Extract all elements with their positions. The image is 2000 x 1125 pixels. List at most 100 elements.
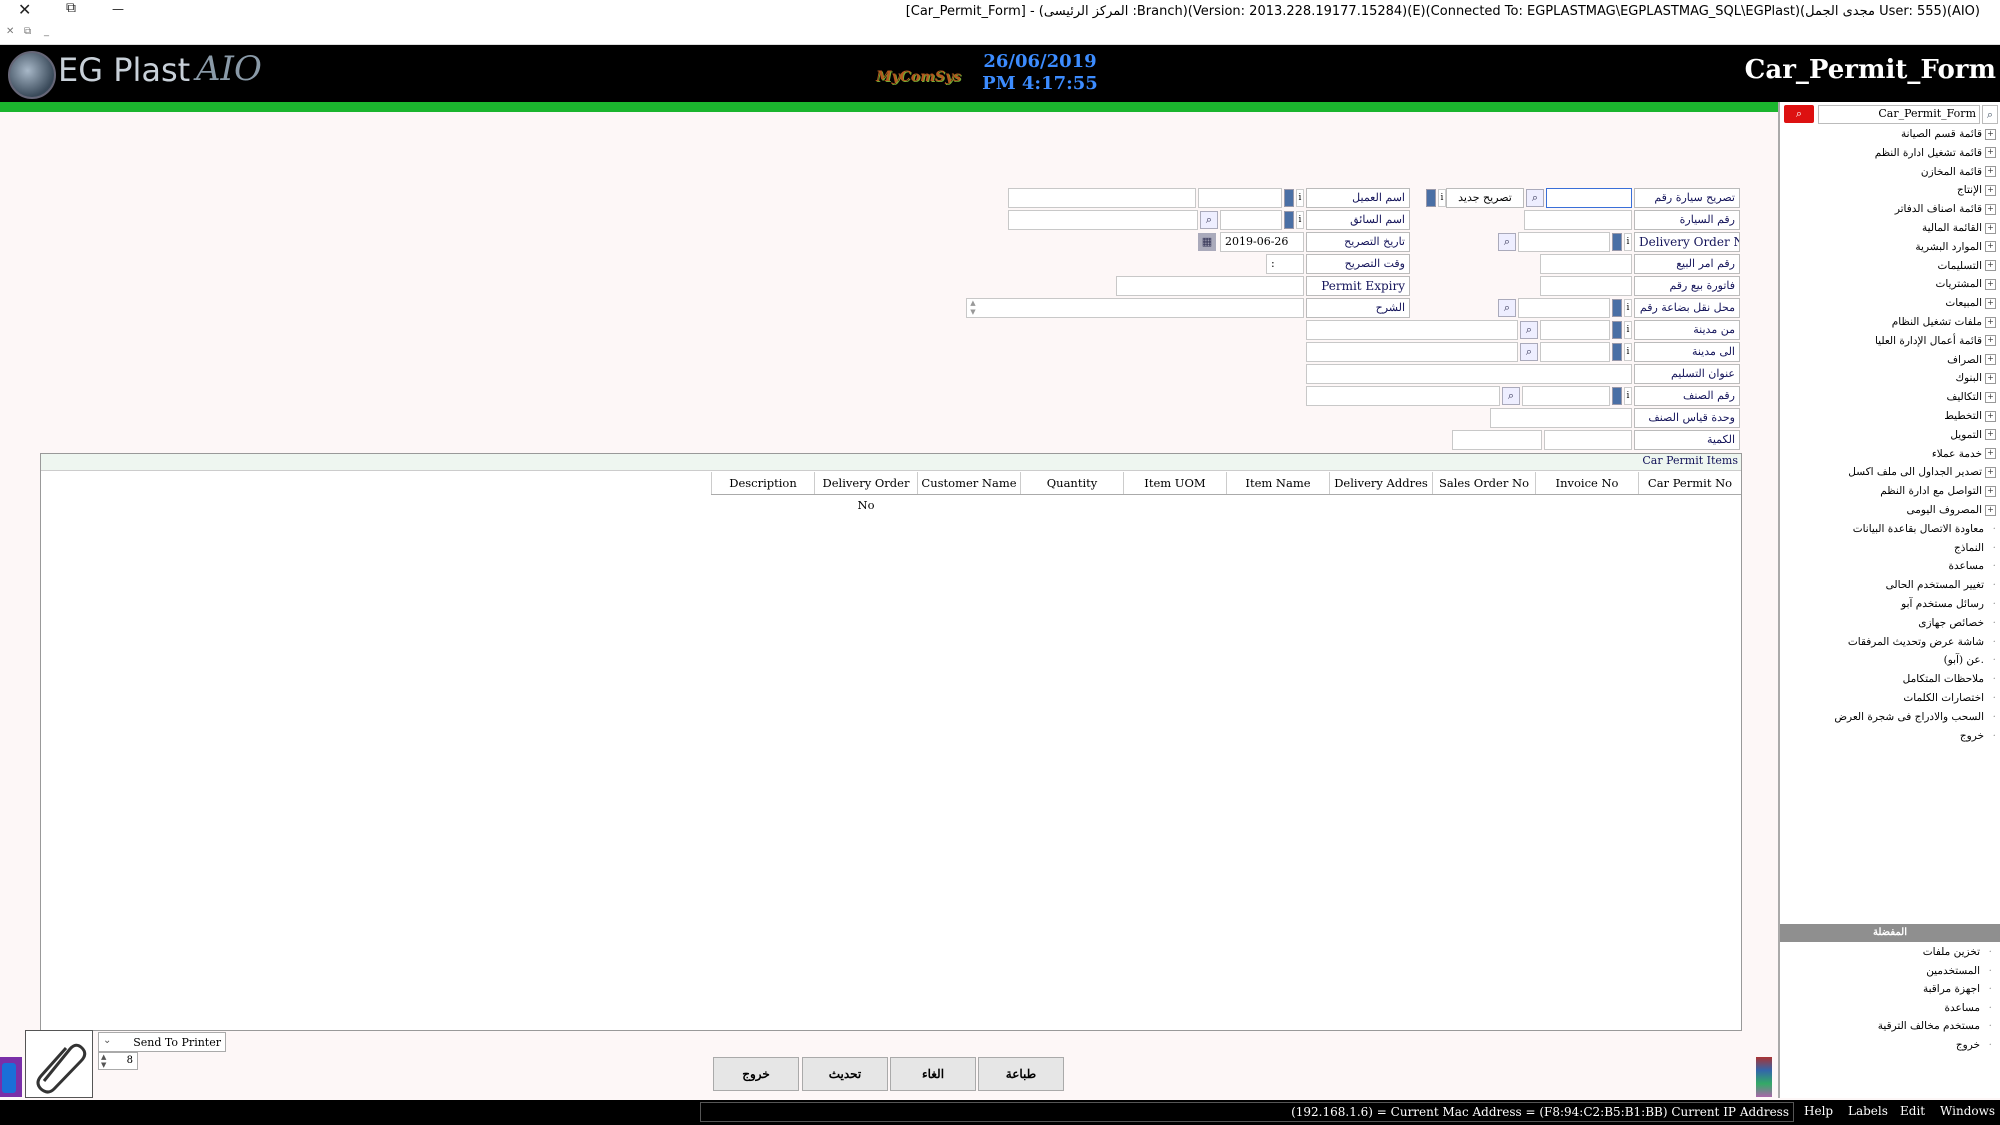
tree-item[interactable]: تصدير الجداول الى ملف اكسل + [1848,466,1996,484]
tree-item[interactable]: قائمة أعمال الإدارة العليا + [1875,335,1996,353]
tree-item[interactable]: رسائل مستخدم آبو · [1901,598,1996,616]
update-button[interactable]: تحديث [802,1057,888,1091]
expand-plus-icon[interactable]: + [1985,335,1996,347]
menu-edit[interactable]: Edit [1900,1104,1925,1118]
customer-code-input[interactable] [1198,188,1282,208]
menu-labels[interactable]: Labels [1848,1104,1888,1118]
favorite-item[interactable]: اجهزة مراقبة · [1923,983,1992,1001]
grid-column-header[interactable]: Description [711,472,814,494]
grid-column-header[interactable]: Sales Order No [1432,472,1535,494]
expand-plus-icon[interactable]: + [1985,504,1996,516]
driver-code-input[interactable] [1220,210,1282,230]
expand-plus-icon[interactable]: + [1985,278,1996,290]
tree-item[interactable]: خدمة عملاء + [1932,448,1996,466]
permit-date-input[interactable]: 2019-06-26 [1220,232,1304,252]
car-permit-no-input[interactable] [1546,188,1632,208]
tree-item[interactable]: اختصارات الكلمات · [1903,692,1996,710]
restore-window-button[interactable]: ⧉ [66,0,76,16]
tree-item[interactable]: خصائص جهازى · [1918,617,1996,635]
stepper-arrows-icon[interactable]: ▲ ▼ [101,1053,106,1069]
car-permit-search-icon[interactable]: ⌕ [1526,189,1544,207]
expand-plus-icon[interactable]: + [1985,297,1996,309]
exit-button[interactable]: خروج [713,1057,799,1091]
child-close-icon[interactable]: ✕ [6,26,14,37]
print-button[interactable]: طباعة [978,1057,1064,1091]
printer-select[interactable]: ⌄ Send To Printer [98,1032,226,1052]
tree-item[interactable]: الموارد البشرية + [1915,241,1996,259]
tree-item[interactable]: القائمة المالية + [1922,222,1996,240]
delivery-address-input[interactable] [1306,364,1632,384]
sales-order-input[interactable] [1540,254,1632,274]
from-city-name-input[interactable] [1306,320,1518,340]
tree-item[interactable]: مساعدة · [1949,560,1996,578]
tree-item[interactable]: المصروف اليومى + [1907,504,1996,522]
item-no-search-icon[interactable]: ⌕ [1502,387,1520,405]
invoice-input[interactable] [1540,276,1632,296]
menu-search-input[interactable]: Car_Permit_Form [1818,105,1980,124]
transfer-no-input[interactable] [1518,298,1610,318]
delivery-order-input[interactable] [1518,232,1610,252]
expand-plus-icon[interactable]: + [1985,147,1996,159]
chevron-down-icon[interactable]: ⌄ [103,1035,111,1046]
expand-plus-icon[interactable]: + [1985,222,1996,234]
description-scroll-icon[interactable]: ▲ ▼ [966,299,980,317]
child-minimize-icon[interactable]: _ [44,26,49,37]
tree-item[interactable]: الإنتاج + [1957,184,1996,202]
tree-item[interactable]: قائمة اصناف الدفاتر + [1895,203,1996,221]
tree-item[interactable]: خروج · [1960,730,1996,748]
minimize-window-button[interactable]: — [112,2,124,16]
favorite-item[interactable]: مساعدة · [1945,1002,1992,1020]
quantity-unit-input[interactable] [1452,430,1542,450]
expand-plus-icon[interactable]: + [1985,485,1996,497]
expand-plus-icon[interactable]: + [1985,316,1996,328]
tree-item[interactable]: عن (آبو). · [1944,654,1996,672]
tree-item[interactable]: الصراف + [1947,354,1996,372]
attachments-button[interactable] [25,1030,93,1098]
driver-search-icon[interactable]: ⌕ [1200,211,1218,229]
tree-item[interactable]: المبيعات + [1945,297,1996,315]
favorite-item[interactable]: المستخدمين · [1926,965,1992,983]
transfer-search-icon[interactable]: ⌕ [1498,299,1516,317]
favorite-item[interactable]: خروج · [1956,1039,1992,1057]
expand-plus-icon[interactable]: + [1985,410,1996,422]
driver-name-input[interactable] [1008,210,1198,230]
grid-column-header[interactable]: Item Name [1226,472,1329,494]
expand-plus-icon[interactable]: + [1985,448,1996,460]
item-no-input[interactable] [1522,386,1610,406]
expand-plus-icon[interactable]: + [1985,203,1996,215]
expand-plus-icon[interactable]: + [1985,466,1996,478]
to-city-search-icon[interactable]: ⌕ [1520,343,1538,361]
expand-plus-icon[interactable]: + [1985,354,1996,366]
description-input[interactable] [966,298,1304,318]
tree-item[interactable]: معاودة الاتصال بقاعدة البيانات · [1853,523,1996,541]
favorite-item[interactable]: مستخدم مخالف الترقية · [1878,1020,1992,1038]
tree-item[interactable]: التمويل + [1950,429,1996,447]
tree-item[interactable]: شاشة عرض وتحديث المرفقات · [1848,636,1996,654]
expand-plus-icon[interactable]: + [1985,429,1996,441]
expand-plus-icon[interactable]: + [1985,166,1996,178]
grid-column-header[interactable]: Delivery Addres [1329,472,1432,494]
expand-plus-icon[interactable]: + [1985,184,1996,196]
item-name-input[interactable] [1306,386,1500,406]
tree-item[interactable]: ملاحظات المتكامل · [1903,673,1996,691]
tree-item[interactable]: قائمة تشغيل ادارة النظم + [1875,147,1996,165]
tree-item[interactable]: السحب والادراج فى شجرة العرض · [1834,711,1996,729]
tree-item[interactable]: قائمة قسم الصيانة + [1901,128,1996,146]
favorite-item[interactable]: تخزين ملفات · [1923,946,1992,964]
search-button[interactable]: ⌕ [1784,105,1814,123]
tree-item[interactable]: ملفات تشغيل النظام + [1892,316,1996,334]
delivery-order-search-icon[interactable]: ⌕ [1498,233,1516,251]
menu-help[interactable]: Help [1804,1104,1833,1118]
tree-item[interactable]: التخطيط + [1944,410,1996,428]
cancel-button[interactable]: الغاء [890,1057,976,1091]
tree-item[interactable]: التكاليف + [1946,391,1996,409]
expand-plus-icon[interactable]: + [1985,372,1996,384]
copies-stepper[interactable]: ▲ ▼ 8 [98,1052,138,1070]
tree-item[interactable]: النماذج · [1954,542,1996,560]
child-restore-icon[interactable]: ⧉ [24,26,31,37]
new-permit-button[interactable]: تصريح جديد [1446,188,1524,208]
expand-plus-icon[interactable]: + [1985,391,1996,403]
to-city-code-input[interactable] [1540,342,1610,362]
tree-item[interactable]: المشتريات + [1935,278,1996,296]
side-tab-icon[interactable] [0,1057,22,1097]
